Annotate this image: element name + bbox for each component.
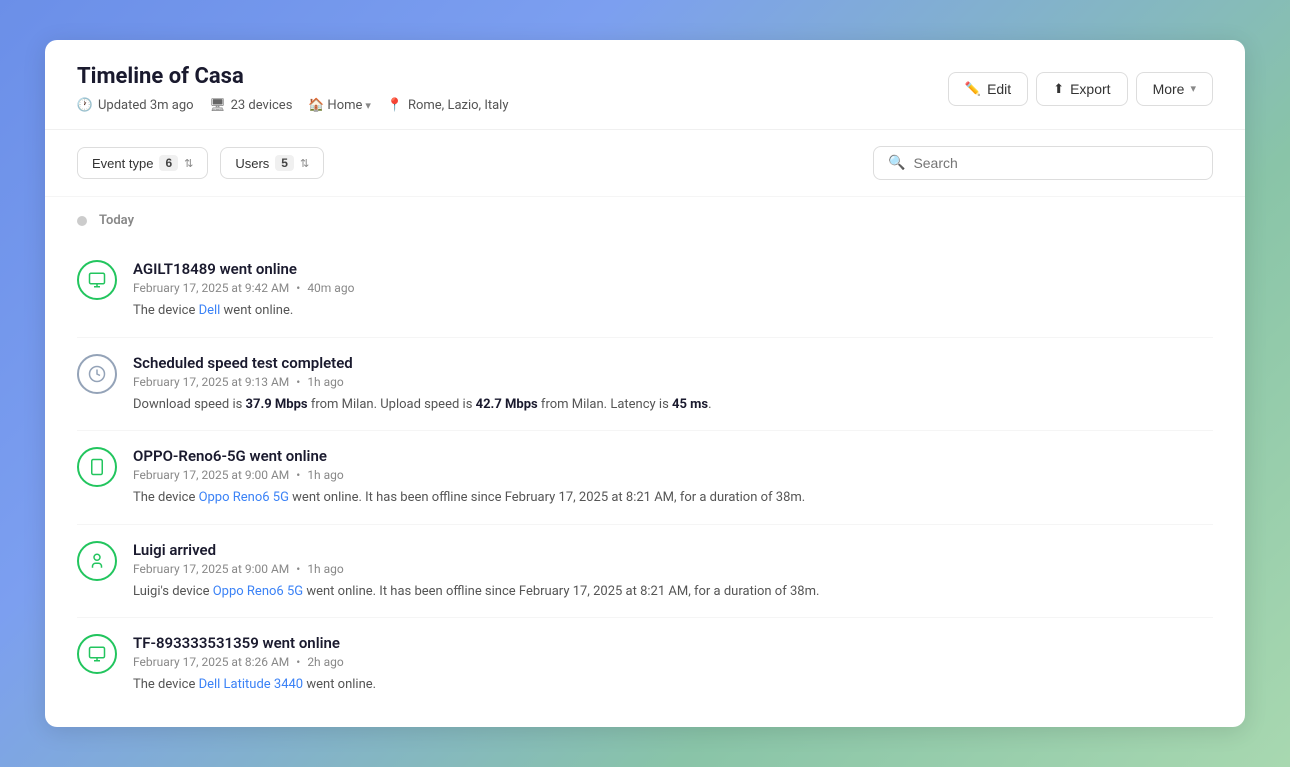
users-chevron-icon: ⇅ [300, 157, 309, 170]
event-title: AGILT18489 went online [133, 260, 1213, 278]
monitor-icon: 🖥 [210, 97, 226, 113]
event-title: TF-893333531359 went online [133, 634, 1213, 652]
home-icon: 🏠 [308, 97, 324, 113]
event-desc: Luigi's device Oppo Reno6 5G went online… [133, 582, 1213, 602]
page-header: Timeline of Casa 🕐 Updated 3m ago 🖥 23 d… [45, 40, 1245, 130]
users-filter[interactable]: Users 5 ⇅ [220, 147, 324, 179]
clock-icon: 🕐 [77, 97, 93, 113]
event-title: Scheduled speed test completed [133, 354, 1213, 372]
timeline-item: Luigi arrived February 17, 2025 at 9:00 … [77, 525, 1213, 619]
event-time: February 17, 2025 at 9:13 AM • 1h ago [133, 375, 1213, 389]
timeline-item: Scheduled speed test completed February … [77, 338, 1213, 432]
event-time: February 17, 2025 at 9:42 AM • 40m ago [133, 281, 1213, 295]
search-input[interactable] [913, 155, 1198, 171]
search-box[interactable]: 🔍 [873, 146, 1213, 180]
event-icon-speed [77, 354, 117, 394]
location-text: Rome, Lazio, Italy [408, 98, 509, 113]
desc-link[interactable]: Oppo Reno6 5G [199, 490, 289, 505]
event-content: OPPO-Reno6-5G went online February 17, 2… [133, 447, 1213, 508]
home-text: Home [327, 98, 362, 113]
header-actions: ✏️ Edit ⬆ Export More ▾ [948, 72, 1213, 106]
edit-icon: ✏️ [965, 81, 981, 97]
timeline-item: AGILT18489 went online February 17, 2025… [77, 244, 1213, 338]
main-card: Timeline of Casa 🕐 Updated 3m ago 🖥 23 d… [45, 40, 1245, 727]
desc-link[interactable]: Dell Latitude 3440 [199, 677, 304, 692]
page-title: Timeline of Casa [77, 64, 509, 89]
location-meta: 📍 Rome, Lazio, Italy [387, 97, 509, 113]
date-dot [77, 216, 87, 226]
event-type-filter[interactable]: Event type 6 ⇅ [77, 147, 208, 179]
location-icon: 📍 [387, 97, 403, 113]
devices-text: 23 devices [231, 98, 293, 113]
event-title: Luigi arrived [133, 541, 1213, 559]
event-content: AGILT18489 went online February 17, 2025… [133, 260, 1213, 321]
edit-button[interactable]: ✏️ Edit [948, 72, 1028, 106]
event-content: TF-893333531359 went online February 17,… [133, 634, 1213, 695]
desc-link[interactable]: Dell [199, 303, 221, 318]
more-button[interactable]: More ▾ [1136, 72, 1213, 106]
filters: Event type 6 ⇅ Users 5 ⇅ [77, 147, 324, 179]
timeline-item: TF-893333531359 went online February 17,… [77, 618, 1213, 711]
timeline-item: OPPO-Reno6-5G went online February 17, 2… [77, 431, 1213, 525]
edit-label: Edit [987, 81, 1011, 97]
export-button[interactable]: ⬆ Export [1036, 72, 1127, 106]
date-label: Today [77, 213, 1213, 228]
devices-meta: 🖥 23 devices [210, 97, 293, 113]
toolbar: Event type 6 ⇅ Users 5 ⇅ 🔍 [45, 130, 1245, 197]
event-type-chevron-icon: ⇅ [184, 157, 193, 170]
event-time: February 17, 2025 at 9:00 AM • 1h ago [133, 562, 1213, 576]
export-label: Export [1070, 81, 1110, 97]
updated-text: Updated 3m ago [98, 98, 194, 113]
event-type-count: 6 [159, 155, 178, 171]
event-content: Luigi arrived February 17, 2025 at 9:00 … [133, 541, 1213, 602]
event-content: Scheduled speed test completed February … [133, 354, 1213, 415]
event-title: OPPO-Reno6-5G went online [133, 447, 1213, 465]
export-icon: ⬆ [1053, 81, 1064, 97]
home-meta[interactable]: 🏠 Home ▾ [308, 97, 371, 113]
timeline: Today AGILT18489 went online February 17… [45, 197, 1245, 727]
header-left: Timeline of Casa 🕐 Updated 3m ago 🖥 23 d… [77, 64, 509, 113]
updated-meta: 🕐 Updated 3m ago [77, 97, 194, 113]
more-label: More [1153, 81, 1185, 97]
users-count: 5 [275, 155, 294, 171]
event-type-label: Event type [92, 156, 153, 171]
desc-link[interactable]: Oppo Reno6 5G [213, 584, 303, 599]
event-time: February 17, 2025 at 9:00 AM • 1h ago [133, 468, 1213, 482]
event-desc: Download speed is 37.9 Mbps from Milan. … [133, 395, 1213, 415]
event-icon-monitor [77, 447, 117, 487]
event-icon-person [77, 541, 117, 581]
more-chevron-icon: ▾ [1190, 82, 1196, 95]
event-desc: The device Dell went online. [133, 301, 1213, 321]
timeline-items: AGILT18489 went online February 17, 2025… [77, 244, 1213, 711]
event-desc: The device Oppo Reno6 5G went online. It… [133, 488, 1213, 508]
users-label: Users [235, 156, 269, 171]
event-desc: The device Dell Latitude 3440 went onlin… [133, 675, 1213, 695]
header-meta: 🕐 Updated 3m ago 🖥 23 devices 🏠 Home ▾ 📍… [77, 97, 509, 113]
event-icon-monitor [77, 634, 117, 674]
event-icon-monitor [77, 260, 117, 300]
event-time: February 17, 2025 at 8:26 AM • 2h ago [133, 655, 1213, 669]
search-icon: 🔍 [888, 155, 905, 171]
home-chevron-icon: ▾ [365, 99, 371, 112]
